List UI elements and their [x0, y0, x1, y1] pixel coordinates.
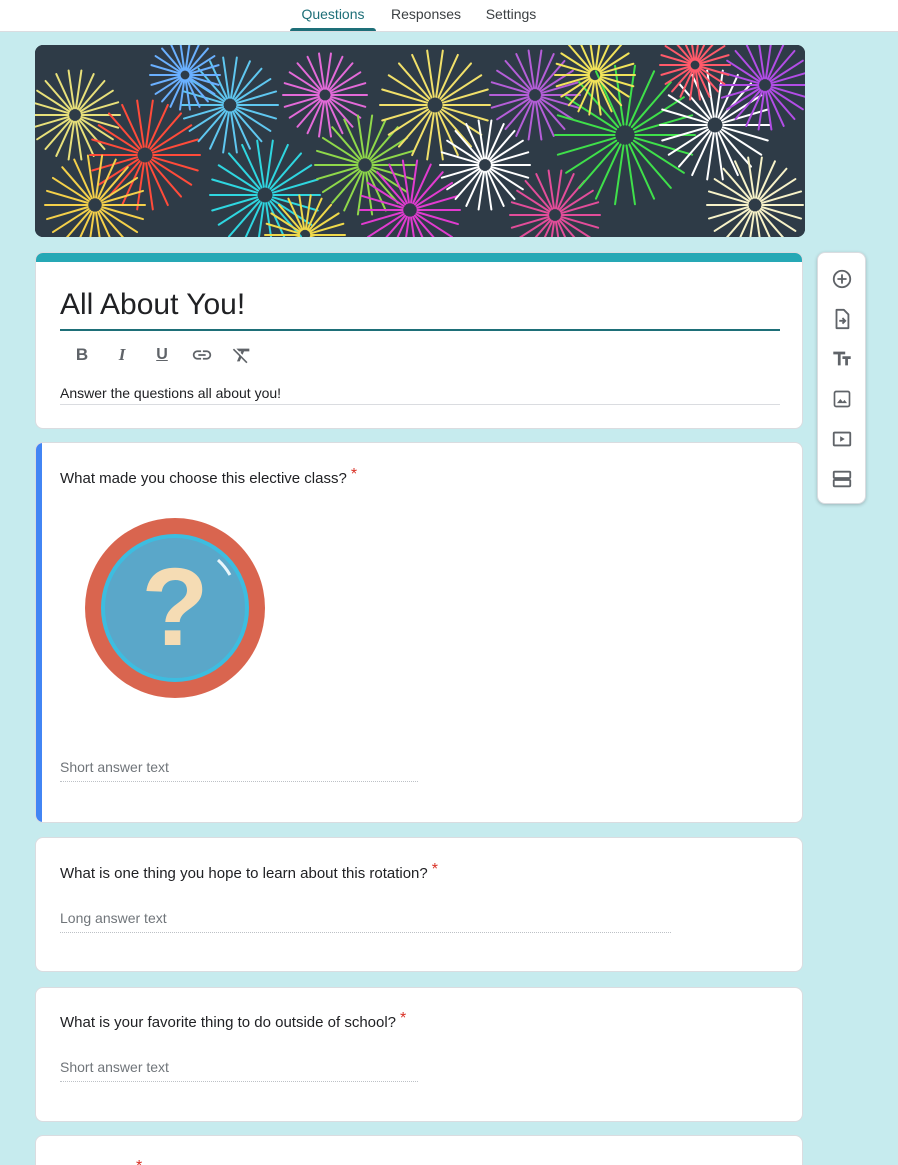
bold-icon: B — [75, 345, 89, 364]
form-title-input[interactable]: All About You! — [60, 285, 780, 331]
question-title: What made you choose this elective class… — [60, 466, 358, 489]
add-video-icon — [832, 431, 852, 447]
theme-color-strip — [36, 253, 802, 262]
import-questions-icon — [835, 308, 850, 330]
question-card-4[interactable]: * — [35, 1135, 803, 1165]
link-icon — [192, 350, 212, 360]
add-image-button[interactable] — [830, 387, 854, 411]
add-section-icon — [832, 470, 852, 488]
question-image[interactable]: ? — [78, 510, 273, 705]
question-title: What is one thing you hope to learn abou… — [60, 861, 438, 884]
short-answer-field: Short answer text — [60, 1057, 418, 1082]
underline-icon: U — [156, 346, 168, 363]
add-question-button[interactable] — [830, 267, 854, 291]
question-title-text: What made you choose this elective class… — [60, 470, 347, 487]
long-answer-field: Long answer text — [60, 908, 671, 933]
question-mark-image: ? — [85, 518, 265, 698]
tab-settings[interactable]: Settings — [476, 0, 546, 32]
required-asterisk: * — [136, 1158, 142, 1165]
add-question-icon — [832, 269, 852, 289]
tab-responses[interactable]: Responses — [384, 0, 468, 32]
short-answer-field: Short answer text — [60, 757, 418, 782]
question-card-3[interactable]: What is your favorite thing to do outsid… — [35, 987, 803, 1122]
import-questions-button[interactable] — [830, 307, 854, 331]
add-image-icon — [833, 390, 851, 408]
required-asterisk: * — [431, 861, 438, 878]
italic-button[interactable]: I — [110, 343, 134, 367]
svg-text:?: ? — [141, 546, 208, 669]
form-title-card[interactable]: All About You! B I U Answer the question… — [35, 252, 803, 429]
header-image — [35, 45, 805, 237]
required-asterisk: * — [350, 466, 358, 483]
active-tab-indicator — [290, 28, 376, 31]
underline-button[interactable]: U — [150, 343, 174, 367]
add-video-button[interactable] — [830, 427, 854, 451]
required-asterisk: * — [400, 1010, 407, 1027]
fireworks-banner-image — [35, 45, 805, 237]
top-tab-bar: Questions Responses Settings — [0, 0, 898, 32]
add-section-button[interactable] — [830, 467, 854, 491]
question-card-2[interactable]: What is one thing you hope to learn abou… — [35, 837, 803, 972]
question-title: * — [132, 1158, 142, 1165]
clear-formatting-icon — [232, 348, 250, 364]
clear-formatting-button[interactable] — [230, 343, 254, 367]
bold-button[interactable]: B — [70, 343, 94, 367]
italic-icon: I — [118, 345, 126, 364]
question-title: What is your favorite thing to do outsid… — [60, 1010, 407, 1033]
link-button[interactable] — [190, 343, 214, 367]
add-title-button[interactable] — [830, 347, 854, 371]
add-title-icon — [833, 351, 851, 366]
form-description-input[interactable]: Answer the questions all about you! — [60, 383, 780, 405]
question-title-text: What is your favorite thing to do outsid… — [60, 1014, 397, 1031]
question-card-1[interactable]: What made you choose this elective class… — [35, 442, 803, 823]
side-toolbar — [817, 252, 866, 504]
question-title-text: What is one thing you hope to learn abou… — [60, 865, 428, 882]
